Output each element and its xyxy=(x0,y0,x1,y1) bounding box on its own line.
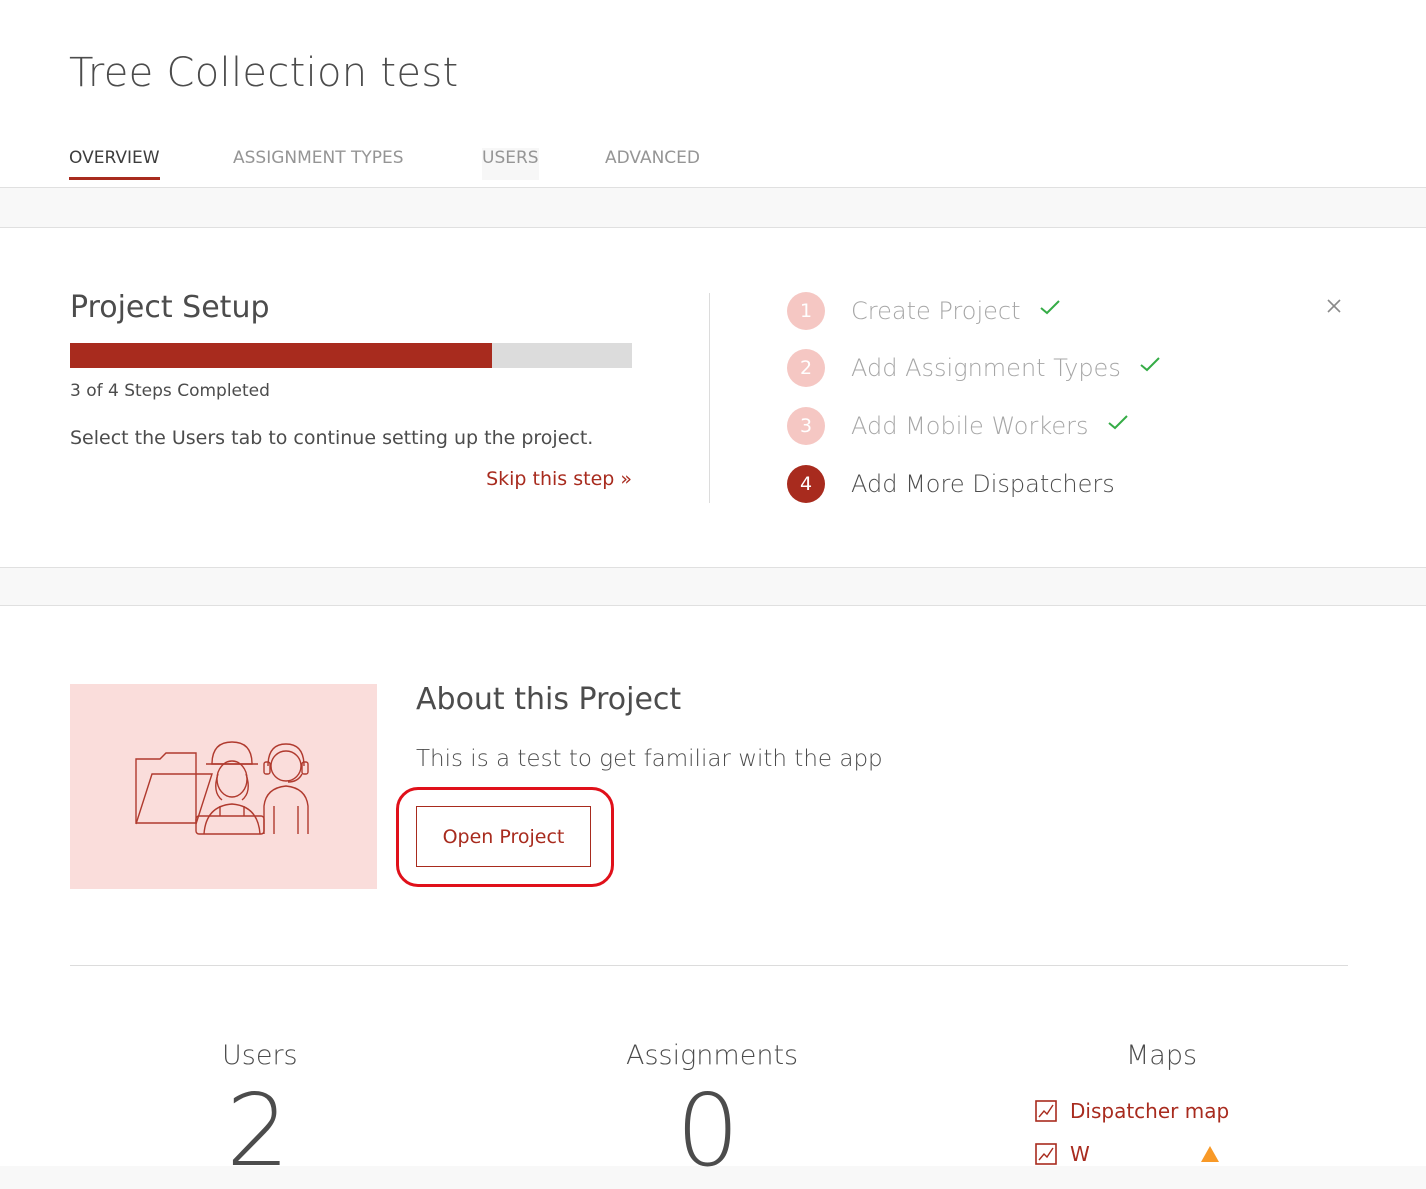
users-stat-value: 2 xyxy=(226,1072,290,1189)
checkmark-icon xyxy=(1039,300,1060,315)
tab-users[interactable]: USERS xyxy=(482,148,539,180)
map-link-label: Dispatcher map xyxy=(1070,1099,1230,1123)
dispatcher-map-link[interactable]: Dispatcher map xyxy=(1034,1099,1229,1123)
worker-map-link[interactable]: W xyxy=(1034,1142,1220,1166)
checkmark-icon xyxy=(1107,415,1128,430)
step-number: 1 xyxy=(787,292,825,330)
tab-overview[interactable]: OVERVIEW xyxy=(69,148,160,180)
close-icon[interactable] xyxy=(1326,298,1342,314)
setup-step-1: 1 Create Project xyxy=(787,292,1061,330)
assignments-stat-label: Assignments xyxy=(626,1040,799,1071)
page-title: Tree Collection test xyxy=(69,50,459,96)
step-label: Add Assignment Types xyxy=(851,354,1121,382)
step-number: 3 xyxy=(787,407,825,445)
setup-title: Project Setup xyxy=(70,290,270,325)
setup-instruction: Select the Users tab to continue setting… xyxy=(70,427,594,449)
tab-assignment-types[interactable]: ASSIGNMENT TYPES xyxy=(233,148,404,180)
setup-progress-bar xyxy=(70,343,632,368)
setup-step-2: 2 Add Assignment Types xyxy=(787,349,1161,387)
tab-advanced[interactable]: ADVANCED xyxy=(605,148,700,180)
progress-fill xyxy=(70,343,492,368)
setup-step-3: 3 Add Mobile Workers xyxy=(787,407,1129,445)
step-number: 4 xyxy=(787,465,825,503)
skip-step-link[interactable]: Skip this step » xyxy=(486,468,632,490)
step-number: 2 xyxy=(787,349,825,387)
map-icon xyxy=(1035,1100,1057,1122)
about-title: About this Project xyxy=(416,682,682,717)
step-label: Add Mobile Workers xyxy=(851,412,1089,440)
checkmark-icon xyxy=(1140,357,1160,372)
users-stat-label: Users xyxy=(222,1040,298,1071)
project-setup-panel: Project Setup 3 of 4 Steps Completed Sel… xyxy=(0,227,1426,568)
map-link-label: W xyxy=(1070,1142,1090,1166)
map-icon xyxy=(1035,1143,1057,1165)
assignments-stat-value: 0 xyxy=(676,1072,740,1189)
section-divider xyxy=(70,965,1348,966)
steps-completed-text: 3 of 4 Steps Completed xyxy=(70,381,270,401)
setup-divider xyxy=(709,293,710,503)
open-project-button[interactable]: Open Project xyxy=(416,806,591,867)
step-label: Add More Dispatchers xyxy=(851,470,1115,498)
about-panel: About this Project This is a test to get… xyxy=(0,605,1426,1181)
workers-illustration-icon xyxy=(70,684,377,889)
setup-step-4: 4 Add More Dispatchers xyxy=(787,465,1115,503)
page-header: Tree Collection test OVERVIEW ASSIGNMENT… xyxy=(0,0,1426,188)
maps-stat-label: Maps xyxy=(1126,1040,1198,1071)
warning-icon xyxy=(1200,1146,1219,1162)
about-description: This is a test to get familiar with the … xyxy=(416,746,883,772)
step-label: Create Project xyxy=(851,297,1021,325)
